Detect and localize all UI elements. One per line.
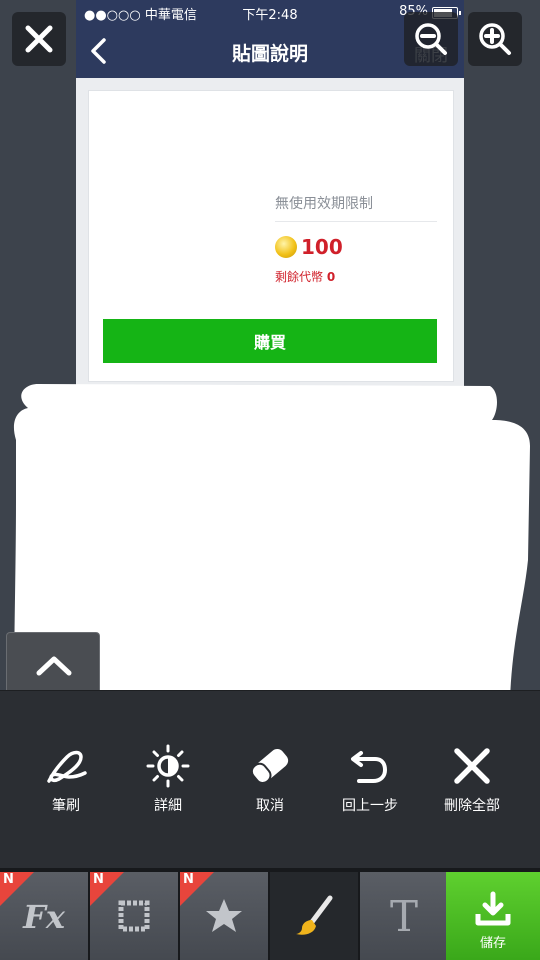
tab-text[interactable]: T [360, 872, 448, 960]
text-icon: T [389, 892, 418, 941]
validity-text: 無使用效期限制 [275, 196, 373, 212]
tool-panel: 筆刷 詳細 取消 回上一步 刪除全部 [0, 690, 540, 869]
sticker-card: 無使用效期限制 100 剩餘代幣 0 購買 [88, 90, 454, 382]
close-icon [25, 25, 53, 53]
tool-label: 刪除全部 [444, 798, 500, 814]
delete-all-icon [454, 748, 490, 784]
expand-panel-button[interactable] [6, 632, 100, 690]
zoom-out-button[interactable] [404, 12, 458, 66]
chevron-up-icon [36, 656, 72, 676]
new-badge-label: N [183, 872, 194, 887]
undo-icon [351, 751, 388, 783]
tool-label: 回上一步 [342, 798, 398, 814]
brush-tab-icon [296, 895, 333, 935]
tab-frame[interactable]: N [90, 872, 178, 960]
tool-brush[interactable]: 筆刷 [16, 743, 116, 815]
tab-sticker[interactable]: N [180, 872, 268, 960]
divider [275, 221, 437, 222]
tool-eraser[interactable]: 取消 [220, 743, 320, 815]
tab-brush[interactable] [270, 872, 358, 960]
close-editor-button[interactable] [12, 12, 66, 66]
eraser-icon [250, 748, 289, 785]
tool-label: 筆刷 [52, 798, 80, 814]
zoom-out-icon [415, 23, 447, 55]
remaining-value: 0 [326, 270, 336, 284]
brightness-icon [146, 744, 190, 788]
tool-delete-all[interactable]: 刪除全部 [422, 743, 522, 815]
save-label: 儲存 [479, 936, 506, 951]
brush-icon [47, 750, 87, 783]
zoom-in-icon [479, 23, 511, 55]
bottom-tab-bar: Fx N N N T 儲存 [0, 868, 540, 960]
tab-fx[interactable]: Fx N [0, 872, 88, 960]
tool-detail[interactable]: 詳細 [118, 743, 218, 815]
buy-button: 購買 [103, 319, 437, 363]
tool-label: 取消 [256, 798, 284, 814]
tool-undo[interactable]: 回上一步 [320, 743, 420, 815]
remaining-coins: 剩餘代幣 0 [275, 268, 335, 285]
tab-save[interactable]: 儲存 [446, 872, 540, 960]
download-icon [475, 891, 511, 926]
new-badge-label: N [93, 872, 104, 887]
new-badge-label: N [3, 872, 14, 887]
coin-icon [275, 236, 297, 258]
tool-label: 詳細 [154, 798, 182, 814]
zoom-in-button[interactable] [468, 12, 522, 66]
price-value: 100 [301, 235, 343, 259]
remaining-label: 剩餘代幣 [275, 270, 324, 284]
